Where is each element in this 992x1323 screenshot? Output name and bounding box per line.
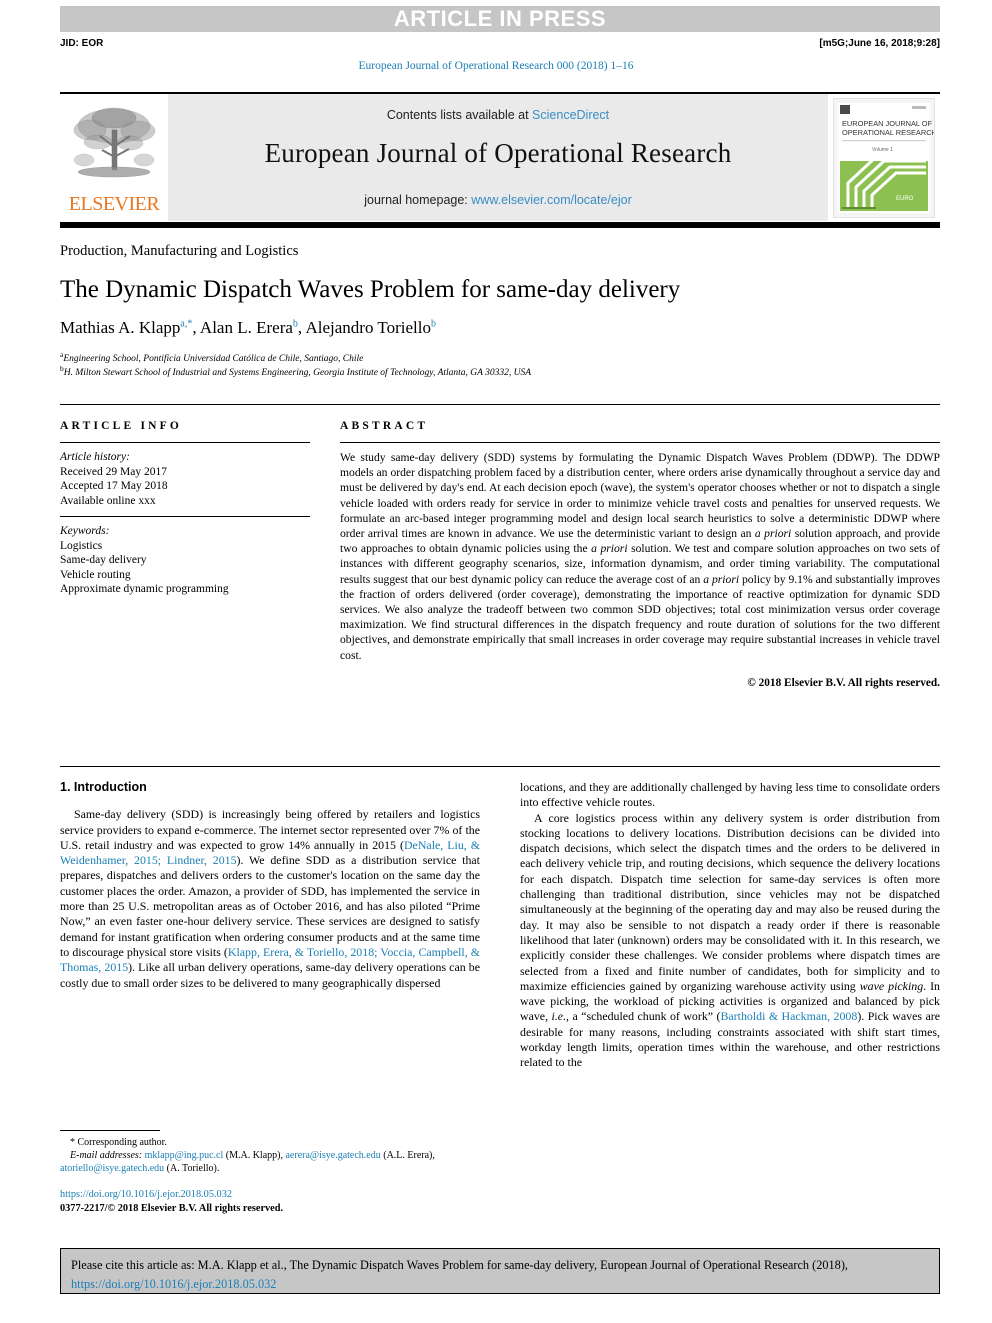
cover-title-line1: EUROPEAN JOURNAL OF (842, 119, 933, 128)
abstract-band-bottom-rule (60, 766, 940, 767)
elsevier-logo: ELSEVIER (60, 94, 168, 221)
article-info-rule-2 (60, 516, 310, 517)
keyword-item: Vehicle routing (60, 568, 131, 581)
article-history-label: Article history: (60, 451, 130, 463)
article-history-block: Article history: Received 29 May 2017 Ac… (60, 450, 310, 508)
body-column-right: locations, and they are additionally cha… (520, 780, 940, 1071)
journal-title: European Journal of Operational Research (264, 138, 732, 168)
keyword-item: Same-day delivery (60, 554, 147, 566)
intro-paragraph-2: A core logistics process within any deli… (520, 810, 940, 1070)
journal-homepage-line: journal homepage: www.elsevier.com/locat… (168, 193, 828, 207)
journal-id: JID: EOR (60, 38, 104, 49)
page-title: The Dynamic Dispatch Waves Problem for s… (60, 276, 681, 303)
footnote-rule (60, 1130, 160, 1131)
abstract-column: ABSTRACT We study same-day delivery (SDD… (340, 420, 940, 689)
keyword-item: Logistics (60, 539, 103, 552)
footnote-block: * Corresponding author. E-mail addresses… (60, 1130, 480, 1175)
available-online-date: Available online xxx (60, 494, 156, 507)
elsevier-tree-icon (73, 107, 156, 178)
author-list: Mathias A. Klappa,*, Alan L. Ererab, Ale… (60, 318, 436, 337)
received-date: Received 29 May 2017 (60, 465, 167, 478)
abstract-band-top-rule (60, 404, 940, 405)
citation-text: Please cite this article as: M.A. Klapp … (71, 1258, 848, 1272)
paper-page: ARTICLE IN PRESS JID: EOR [m5G;June 16, … (0, 0, 992, 1323)
accepted-date: Accepted 17 May 2018 (60, 480, 168, 492)
keywords-label: Keywords: (60, 525, 110, 537)
intro-paragraph-1: Same-day delivery (SDD) is increasingly … (60, 807, 481, 990)
running-head: European Journal of Operational Research… (358, 60, 634, 72)
elsevier-wordmark: ELSEVIER (68, 193, 160, 215)
banner-label: ARTICLE IN PRESS (393, 6, 607, 31)
sciencedirect-link[interactable]: ScienceDirect (532, 108, 609, 122)
cover-volume: Volume 1 (872, 147, 893, 153)
build-stamp: [m5G;June 16, 2018;9:28] (819, 38, 940, 49)
email-addresses-note: E-mail addresses: mklapp@ing.puc.cl (M.A… (60, 1150, 435, 1174)
keywords-block: Keywords: Logistics Same-day delivery Ve… (60, 524, 310, 597)
article-in-press-banner: ARTICLE IN PRESS (60, 6, 940, 34)
affiliation-b: bH. Milton Stewart School of Industrial … (60, 362, 940, 380)
body-column-left: 1. Introduction Same-day delivery (SDD) … (60, 780, 480, 991)
citation-doi-link[interactable]: https://doi.org/10.1016/j.ejor.2018.05.0… (71, 1277, 276, 1291)
contents-prefix: Contents lists available at (386, 108, 533, 122)
abstract-copyright: © 2018 Elsevier B.V. All rights reserved… (747, 676, 940, 689)
journal-cover-thumbnail: EUROPEAN JOURNAL OF OPERATIONAL RESEARCH… (828, 94, 940, 221)
abstract-heading: ABSTRACT (340, 420, 429, 432)
cover-euro-label: EURO (896, 196, 914, 202)
intro-paragraph-1-continued: locations, and they are additionally cha… (520, 780, 940, 810)
abstract-rule (340, 442, 940, 443)
issn-copyright-line: 0377-2217/© 2018 Elsevier B.V. All right… (60, 1202, 284, 1214)
masthead-center-panel: Contents lists available at ScienceDirec… (168, 94, 828, 221)
introduction-heading: 1. Introduction (60, 780, 147, 794)
contents-lists-line: Contents lists available at ScienceDirec… (168, 108, 828, 122)
article-info-column: ARTICLE INFO Article history: Received 2… (60, 420, 310, 597)
corresponding-author-note: * Corresponding author. (70, 1137, 167, 1148)
doi-block: https://doi.org/10.1016/j.ejor.2018.05.0… (60, 1188, 480, 1215)
journal-masthead: ELSEVIER Contents lists available at Sci… (60, 92, 940, 224)
homepage-prefix: journal homepage: (364, 193, 472, 207)
affiliation-b-text: H. Milton Stewart School of Industrial a… (63, 368, 532, 379)
abstract-text: We study same-day delivery (SDD) systems… (340, 451, 940, 662)
article-info-heading: ARTICLE INFO (60, 420, 183, 432)
cover-image: EUROPEAN JOURNAL OF OPERATIONAL RESEARCH… (833, 97, 935, 218)
cover-artwork-icon: EUROPEAN JOURNAL OF OPERATIONAL RESEARCH… (834, 98, 934, 217)
citation-notice-box: Please cite this article as: M.A. Klapp … (60, 1248, 940, 1294)
keyword-item: Approximate dynamic programming (60, 583, 229, 595)
cover-title-line2: OPERATIONAL RESEARCH (842, 128, 934, 137)
homepage-link[interactable]: www.elsevier.com/locate/ejor (471, 193, 631, 207)
doi-link[interactable]: https://doi.org/10.1016/j.ejor.2018.05.0… (60, 1188, 480, 1202)
masthead-bottom-rule (60, 222, 940, 228)
article-info-rule-1 (60, 442, 310, 443)
journal-section-heading: Production, Manufacturing and Logistics (60, 243, 299, 259)
